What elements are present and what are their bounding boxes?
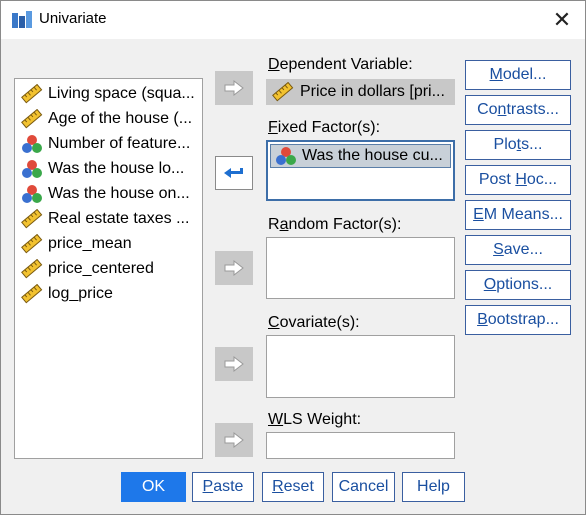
arrow-right-icon: [224, 432, 244, 448]
source-variable-list[interactable]: Living space (squa... Age of the house (.…: [14, 78, 203, 459]
paste-button[interactable]: Paste: [192, 472, 254, 502]
ok-button-label: OK: [141, 478, 166, 495]
scale-icon: [21, 233, 43, 253]
reset-button[interactable]: Reset: [262, 472, 324, 502]
nominal-icon: [22, 134, 42, 153]
close-button[interactable]: ✕: [539, 1, 585, 39]
variable-list-item[interactable]: Living space (squa...: [15, 81, 202, 106]
wls-weight-field[interactable]: [266, 432, 455, 459]
nominal-icon: [22, 184, 42, 203]
variable-label: price_mean: [48, 234, 132, 252]
scale-icon: [21, 108, 43, 128]
plots-button-label: Plots...: [493, 136, 543, 153]
bootstrap-button-label: Bootstrap...: [477, 311, 559, 328]
ok-button[interactable]: OK: [121, 472, 186, 502]
variable-list-item[interactable]: log_price: [15, 281, 202, 306]
help-button-label: Help: [417, 478, 450, 495]
em-means-button[interactable]: EM Means...: [465, 200, 571, 230]
variable-label: Number of feature...: [48, 134, 191, 152]
contrasts-button[interactable]: Contrasts...: [465, 95, 571, 125]
nominal-icon: [276, 147, 296, 165]
move-from-fixed-button[interactable]: [215, 156, 253, 190]
variable-list-item[interactable]: price_centered: [15, 256, 202, 281]
variable-list-item[interactable]: Number of feature...: [15, 131, 202, 156]
dependent-variable-value: Price in dollars [pri...: [300, 83, 445, 100]
variable-label: Real estate taxes ...: [48, 209, 190, 227]
univariate-dialog: Univariate ✕ Living space (squa... Age of…: [0, 0, 586, 515]
variable-label: Living space (squa...: [48, 84, 195, 102]
variable-label: Was the house lo...: [48, 159, 185, 177]
bootstrap-button[interactable]: Bootstrap...: [465, 305, 571, 335]
variable-list-item[interactable]: Real estate taxes ...: [15, 206, 202, 231]
window-title: Univariate: [39, 10, 107, 27]
reset-button-label: Reset: [272, 478, 314, 495]
contrasts-button-label: Contrasts...: [477, 101, 559, 118]
cancel-button[interactable]: Cancel: [332, 472, 395, 502]
dependent-variable-label: Dependent Variable:: [268, 56, 413, 73]
options-button-label: Options...: [483, 276, 553, 293]
variable-label: log_price: [48, 284, 113, 302]
arrow-right-icon: [224, 80, 244, 96]
covariates-label: Covariate(s):: [268, 314, 360, 331]
nominal-icon: [22, 159, 42, 178]
fixed-factors-label: Fixed Factor(s):: [268, 119, 381, 136]
scale-icon: [21, 208, 43, 228]
plots-button[interactable]: Plots...: [465, 130, 571, 160]
fixed-factors-list[interactable]: Was the house cu...: [266, 140, 455, 201]
covariates-list[interactable]: [266, 335, 455, 398]
variable-list-item[interactable]: Age of the house (...: [15, 106, 202, 131]
save-button[interactable]: Save...: [465, 235, 571, 265]
variable-label: Was the house on...: [48, 184, 190, 202]
move-to-random-button[interactable]: [215, 251, 253, 285]
spss-app-icon: [12, 11, 32, 28]
em-means-button-label: EM Means...: [473, 206, 563, 223]
move-to-dependent-button[interactable]: [215, 71, 253, 105]
arrow-right-icon: [224, 356, 244, 372]
paste-button-label: Paste: [202, 478, 244, 495]
model-button[interactable]: Model...: [465, 60, 571, 90]
arrow-right-icon: [224, 260, 244, 276]
fixed-factor-label: Was the house cu...: [302, 147, 443, 164]
title-bar: Univariate ✕: [1, 1, 585, 39]
scale-icon: [21, 258, 43, 278]
move-to-wls-button[interactable]: [215, 423, 253, 457]
dependent-variable-field[interactable]: Price in dollars [pri...: [266, 79, 455, 105]
scale-icon: [272, 82, 294, 102]
scale-icon: [21, 83, 43, 103]
model-button-label: Model...: [489, 66, 547, 83]
wls-weight-label: WLS Weight:: [268, 411, 362, 428]
variable-list-item[interactable]: Was the house on...: [15, 181, 202, 206]
close-icon: ✕: [552, 7, 572, 32]
options-button[interactable]: Options...: [465, 270, 571, 300]
variable-label: price_centered: [48, 259, 154, 277]
save-button-label: Save...: [493, 241, 543, 258]
cancel-button-label: Cancel: [338, 478, 389, 495]
arrow-left-icon: [224, 168, 243, 178]
scale-icon: [21, 283, 43, 303]
move-to-covariate-button[interactable]: [215, 347, 253, 381]
random-factors-list[interactable]: [266, 237, 455, 299]
variable-label: Age of the house (...: [48, 109, 193, 127]
variable-list-item[interactable]: Was the house lo...: [15, 156, 202, 181]
post-hoc-button[interactable]: Post Hoc...: [465, 165, 571, 195]
post-hoc-button-label: Post Hoc...: [478, 171, 558, 188]
fixed-factor-item[interactable]: Was the house cu...: [270, 144, 451, 168]
variable-list-item[interactable]: price_mean: [15, 231, 202, 256]
help-button[interactable]: Help: [402, 472, 465, 502]
random-factors-label: Random Factor(s):: [268, 216, 402, 233]
